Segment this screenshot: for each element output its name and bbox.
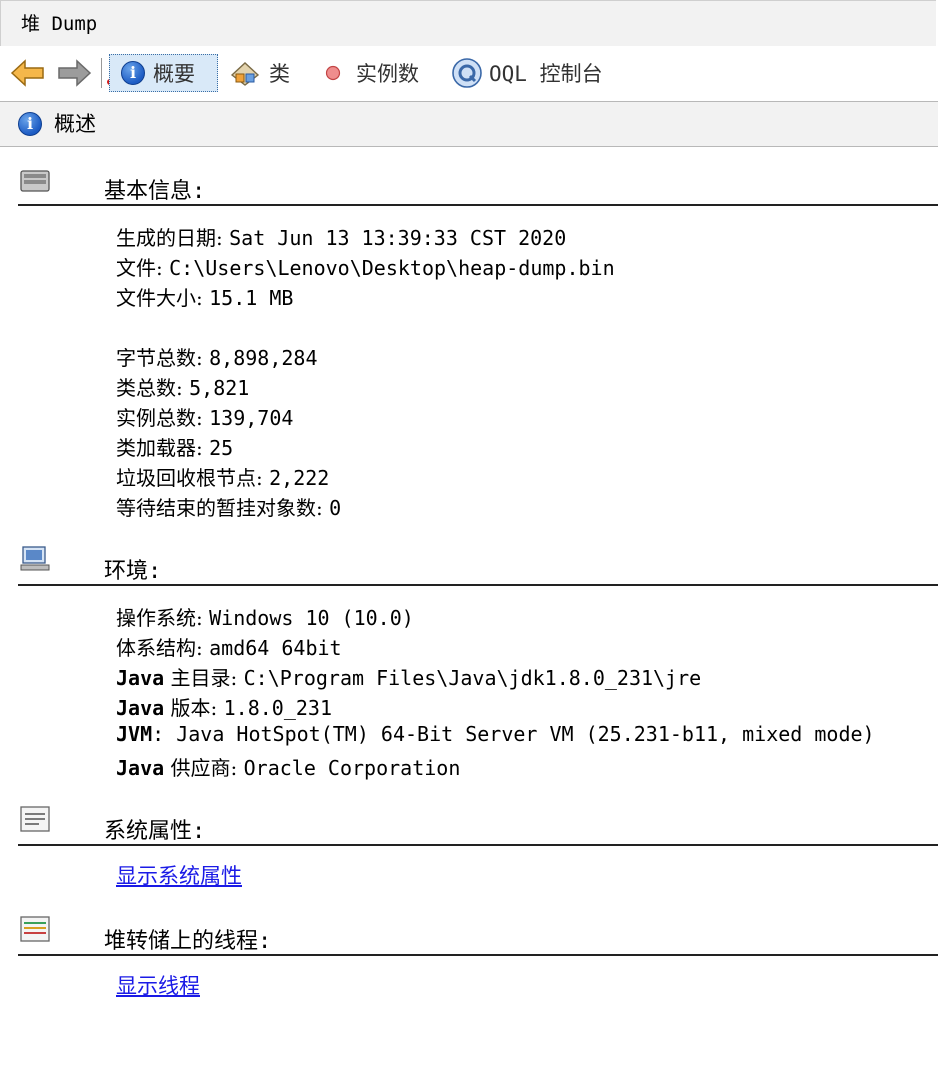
back-button[interactable] (10, 48, 46, 98)
info-value: C:\Program Files\Java\jdk1.8.0_231\jre (243, 666, 702, 690)
info-value: 2,222 (269, 466, 330, 490)
info-row-gc-roots: 垃圾回收根节点: 2,222 (116, 462, 329, 491)
info-key-java: Java (116, 666, 165, 690)
env-row-java-vendor: Java 供应商: Oracle Corporation (116, 752, 460, 781)
tab-summary-content[interactable]: i 概要 (121, 48, 195, 98)
section-title-threads: 堆转储上的线程: (104, 929, 272, 954)
info-key: 生成的日期: (116, 226, 230, 250)
env-row-jvm: JVM: Java HotSpot(TM) 64-Bit Server VM (… (116, 722, 875, 746)
info-row-pending-finalization: 等待结束的暂挂对象数: 0 (116, 492, 341, 521)
info-icon: i (18, 112, 42, 136)
info-value: 8,898,284 (209, 346, 318, 370)
info-value: 5,821 (189, 376, 250, 400)
info-row-created: 生成的日期: Sat Jun 13 13:39:33 CST 2020 (116, 222, 566, 251)
section-divider (18, 204, 938, 206)
info-key: 版本: (164, 696, 224, 720)
info-key: 垃圾回收根节点: (116, 466, 270, 490)
section-divider (18, 584, 938, 586)
classes-icon (230, 62, 260, 86)
memory-chip-icon (20, 170, 50, 192)
env-row-os: 操作系统: Windows 10 (10.0) (116, 602, 414, 631)
info-value: 139,704 (209, 406, 294, 430)
info-key-java: Java (116, 696, 165, 720)
forward-button[interactable] (56, 48, 92, 98)
env-row-java-version: Java 版本: 1.8.0_231 (116, 692, 332, 721)
info-value: 25 (209, 436, 234, 460)
env-row-java-home: Java 主目录: C:\Program Files\Java\jdk1.8.0… (116, 662, 701, 691)
tab-classes-label: 类 (269, 62, 290, 86)
show-system-properties-link[interactable]: 显示系统属性 (116, 860, 242, 890)
section-divider (18, 844, 938, 846)
info-key: 实例总数: (116, 406, 210, 430)
info-row-file: 文件: C:\Users\Lenovo\Desktop\heap-dump.bi… (116, 252, 615, 281)
window-title: 堆 Dump (0, 0, 936, 46)
info-key: 操作系统: (116, 606, 210, 630)
tab-oql-console-label: OQL 控制台 (489, 62, 603, 86)
info-value: 15.1 MB (209, 286, 294, 310)
section-title-basic-info: 基本信息: (104, 179, 206, 204)
env-row-arch: 体系结构: amd64 64bit (116, 632, 342, 661)
show-threads-link[interactable]: 显示线程 (116, 970, 200, 1000)
info-value: Windows 10 (10.0) (209, 606, 414, 630)
tab-instances[interactable]: 实例数 (324, 48, 419, 98)
tab-instances-label: 实例数 (356, 62, 419, 86)
info-value: 1.8.0_231 (223, 696, 332, 720)
info-key: 主目录: (164, 666, 244, 690)
info-row-file-size: 文件大小: 15.1 MB (116, 282, 293, 311)
info-key-jvm: JVM (116, 722, 153, 746)
info-row-class-loaders: 类加载器: 25 (116, 432, 233, 461)
tab-classes[interactable]: 类 (229, 48, 290, 98)
window-title-text: 堆 Dump (21, 13, 98, 35)
info-row-total-classes: 类总数: 5,821 (116, 372, 249, 401)
info-key: 等待结束的暂挂对象数: (116, 496, 330, 520)
section-title-system-properties: 系统属性: (104, 819, 206, 844)
forward-arrow-icon (58, 59, 92, 87)
toolbar: i 概要 类 实例数 OQL 控制台 (0, 48, 938, 98)
toolbar-separator (101, 58, 102, 88)
info-key: 供应商: (164, 756, 244, 780)
summary-header: i 概述 (0, 101, 938, 147)
info-value: Oracle Corporation (243, 756, 461, 780)
info-key: 文件: (116, 256, 170, 280)
info-key: 类加载器: (116, 436, 210, 460)
info-row-total-bytes: 字节总数: 8,898,284 (116, 342, 317, 371)
summary-header-title: 概述 (54, 112, 96, 136)
info-icon: i (121, 61, 145, 85)
info-key: 字节总数: (116, 346, 210, 370)
info-value: : Java HotSpot(TM) 64-Bit Server VM (25.… (152, 722, 875, 746)
section-title-environment: 环境: (104, 559, 162, 584)
info-value: amd64 64bit (209, 636, 342, 660)
info-key: 文件大小: (116, 286, 210, 310)
info-key-java: Java (116, 756, 165, 780)
oql-console-icon (452, 58, 482, 88)
info-key: 类总数: (116, 376, 190, 400)
info-value: Sat Jun 13 13:39:33 CST 2020 (229, 226, 567, 250)
info-value: 0 (329, 496, 342, 520)
info-value: C:\Users\Lenovo\Desktop\heap-dump.bin (169, 256, 615, 280)
computer-icon (20, 546, 50, 571)
tab-summary-label: 概要 (153, 62, 195, 86)
threads-icon (20, 916, 50, 942)
back-arrow-icon (10, 59, 44, 87)
section-divider (18, 954, 938, 956)
properties-document-icon (20, 806, 50, 832)
instances-icon (325, 65, 341, 81)
info-key: 体系结构: (116, 636, 210, 660)
tab-oql-console[interactable]: OQL 控制台 (451, 48, 603, 98)
info-row-total-instances: 实例总数: 139,704 (116, 402, 293, 431)
